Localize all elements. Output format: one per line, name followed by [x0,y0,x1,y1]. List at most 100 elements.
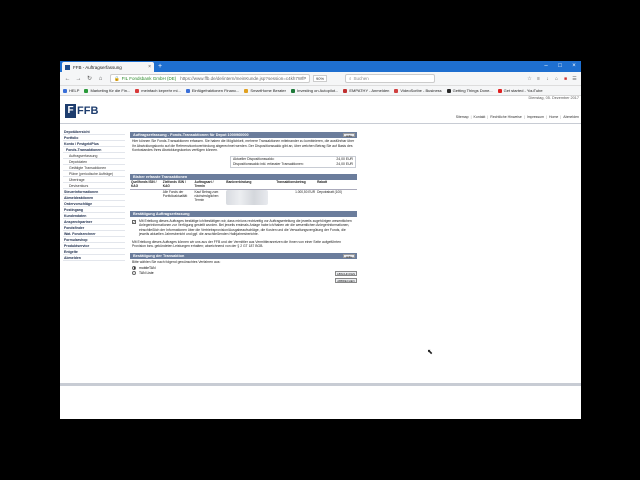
mouse-pointer-icon: ⬉ [427,349,433,356]
section-header-order: Auftragserfassung - Fonds-Transaktionen … [130,132,357,138]
column-header: Transaktionsbetrag [275,179,317,190]
bookmark-favicon-icon [185,88,190,93]
home-icon[interactable]: ⌂ [96,74,105,83]
radio-tan-list[interactable]: TAN Liste [130,270,357,275]
bookmark-item[interactable]: Get started - YouTube [497,88,543,93]
section-title: Bestätigung der Transaktion [133,253,185,258]
current-date: Dienstag, 05. Dezember 2017 [528,96,579,100]
bookmark-item[interactable]: VideoScribe - Business [394,88,442,93]
bookmark-label: Get started - YouTube [503,88,543,93]
transactions-table: Quellfonds ISIN / KAG Zielfonds ISIN / K… [130,179,357,207]
top-link[interactable]: Home [549,115,558,119]
top-link[interactable]: Sitemap [456,115,469,119]
submit-button[interactable]: ABSCHICKEN [335,271,357,276]
commission-note: Mit Erteilung dieses Auftrages können wi… [132,239,342,249]
ffb-logo[interactable]: F FFB [65,104,98,118]
column-header: Bankverbindung [225,179,276,190]
search-input[interactable]: ⌕ Suchen [345,74,436,83]
extension-icon[interactable]: ■ [562,75,569,82]
logo-mark-icon: F [65,104,76,118]
bookmark-item[interactable]: Investing on Autopilot... [291,88,338,93]
cancel-button[interactable]: ABBRECHEN [335,278,357,283]
section-header-confirm: Bestätigung Auftragserfassung [130,210,357,217]
section-title: Auftragserfassung - Fonds-Transaktionen … [133,133,249,137]
top-link[interactable]: Abmelden [563,115,579,119]
reload-icon[interactable]: ↻ [85,74,94,83]
new-tab-icon[interactable]: + [158,62,162,72]
download-icon[interactable]: ↓ [544,75,551,82]
forward-icon[interactable]: → [74,74,83,83]
lock-icon: 🔒 [114,75,120,81]
browser-window: FFB - Auftragserfassung × + – □ × ← → ↻ … [60,61,581,419]
zoom-level[interactable]: 90% [313,75,328,82]
radio-button[interactable] [132,270,136,275]
column-header: Zielfonds ISIN / KAG [161,179,194,190]
back-icon[interactable]: ← [63,74,72,83]
top-link[interactable]: Rechtliche Hinweise [490,115,522,119]
bookmark-favicon-icon [135,88,140,93]
redacted-block [226,190,269,205]
balance-row: Dispositionssaldo inkl. erfasster Transa… [231,162,355,167]
bookmark-item[interactable]: EMPATHY - Anmelden [343,88,389,93]
radio-button[interactable] [132,265,136,270]
close-window-icon[interactable]: × [567,61,581,72]
link-separator: | [546,115,547,119]
bookmark-favicon-icon [84,88,89,93]
balance-value: 24,00 EUR [336,157,353,161]
top-link[interactable]: Impressum [527,115,544,119]
bookmark-label: Einfügefraktionen Financ... [191,88,240,93]
balance-label: Aktueller Dispositionssaldo: [233,157,275,161]
minimize-icon[interactable]: – [539,61,553,72]
tab-bar: FFB - Auftragserfassung × + – □ × [60,61,581,72]
url-text: https://www.ffb.de/de/intern/meinKunde.j… [180,76,306,81]
bookmark-favicon-icon [394,88,399,93]
help-button[interactable]: Hilfe [342,253,355,259]
top-link[interactable]: Kontakt [474,115,486,119]
bookmark-item[interactable]: Einfügefraktionen Financ... [185,88,240,93]
sidebar-item[interactable]: Abmelden [63,255,125,261]
link-separator: | [487,115,489,119]
intro-text: Hier können Sie Fonds-Transaktionen erfa… [132,139,355,152]
balance-label: Dispositionssaldo inkl. erfasster Transa… [233,162,304,166]
cell-ziel: Alle Fonds der Portfolioaktualität [162,190,188,198]
bookmark-favicon-icon [497,88,502,93]
balance-value: 24,00 EUR [336,162,353,166]
link-separator: | [560,115,562,119]
radio-label: TAN Liste [139,270,154,275]
cell-quell [130,189,162,207]
browser-tab[interactable]: FFB - Auftragserfassung × [62,62,154,72]
bookmark-item[interactable]: meinfach keprehr mi... [135,88,181,93]
bookmark-label: Marketing für die Fin... [90,88,131,93]
maximize-icon[interactable]: □ [553,61,567,72]
bookmark-label: Investing on Autopilot... [297,88,339,93]
page-content: Dienstag, 05. Dezember 2017 F FFB Sitema… [60,96,581,419]
bookmark-favicon-icon [343,88,348,93]
bookmark-item[interactable]: Marketing für die Fin... [84,88,130,93]
bookmark-item[interactable]: SmartHome Berater [244,88,286,93]
column-header: Quellfonds ISIN / KAG [130,179,162,190]
bookmark-item[interactable]: Getting Things Done... [446,88,493,93]
top-links: Sitemap | Kontakt | Rechtliche Hinweise | Impr… [456,115,579,119]
radio-label: mobileTAN [139,265,156,270]
bookmark-label: meinfach keprehr mi... [141,88,181,93]
close-tab-icon[interactable]: × [148,64,151,70]
link-separator: | [523,115,525,119]
cell-rabatt: Depotrabatt (100) [317,190,343,194]
header-divider [60,123,581,124]
window-controls: – □ × [539,61,581,72]
menu-icon[interactable]: ☰ [571,75,578,82]
library-icon[interactable]: ≡ [535,75,542,82]
confirm-row: ✓ Mit Erteilung dieses Auftrages bestäti… [130,217,357,239]
navigation-bar: ← → ↻ ⌂ 🔒 FIL Fondsbank GmbH (DE) https:… [60,72,581,86]
cell-art: Kauf Betrag zum nächstmöglichen Termin [194,190,219,202]
bookmark-label: Getting Things Done... [452,88,493,93]
address-bar[interactable]: 🔒 FIL Fondsbank GmbH (DE) https://www.ff… [110,74,310,83]
confirm-checkbox[interactable]: ✓ [132,219,136,224]
section-title: Bisher erfasste Transaktionen [133,174,188,179]
section-header-transactions: Bisher erfasste Transaktionen [130,173,357,180]
help-button[interactable]: Hilfe [342,133,355,138]
bookmark-item[interactable]: HELP [63,88,79,93]
tab-title: FFB - Auftragserfassung [73,64,122,70]
bookmark-star-icon[interactable]: ☆ [526,75,533,82]
home-button-icon[interactable]: ⌂ [553,75,560,82]
